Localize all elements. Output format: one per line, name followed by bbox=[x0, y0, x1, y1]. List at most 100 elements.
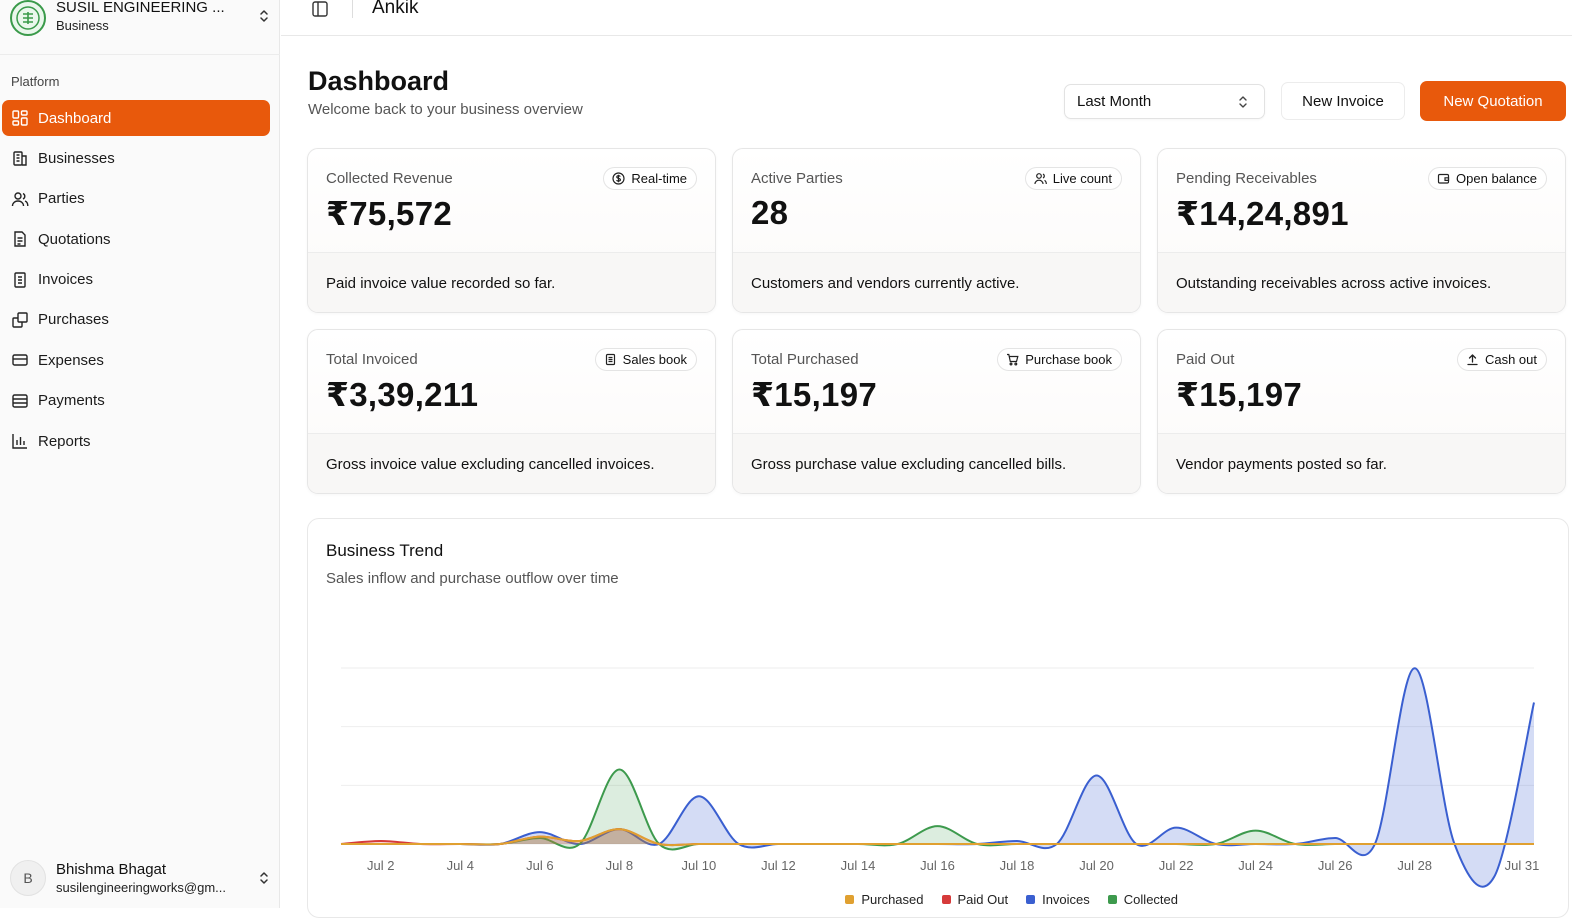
status-badge: Open balance bbox=[1428, 167, 1547, 190]
sidebar-item-label: Payments bbox=[38, 392, 105, 410]
stat-card-active-parties: Active Parties Live count 28 Customers a… bbox=[732, 148, 1141, 313]
topbar-divider bbox=[352, 0, 353, 18]
card-label: Total Invoiced bbox=[326, 351, 418, 368]
topbar-title: Ankik bbox=[372, 0, 419, 18]
x-tick-label: Jul 6 bbox=[526, 858, 553, 873]
sidebar-item-reports[interactable]: Reports bbox=[2, 423, 270, 459]
users-icon bbox=[1034, 173, 1047, 185]
sidebar-item-label: Expenses bbox=[38, 351, 104, 369]
sidebar-item-payments[interactable]: Payments bbox=[2, 383, 270, 419]
sidebar-item-label: Purchases bbox=[38, 311, 109, 329]
status-badge: Sales book bbox=[594, 348, 697, 371]
building-icon bbox=[13, 151, 27, 167]
org-switcher[interactable]: SUSIL ENGINEERING ... Business bbox=[10, 0, 272, 40]
status-badge: Cash out bbox=[1456, 348, 1547, 371]
status-badge: Live count bbox=[1024, 167, 1122, 190]
sidebar-item-purchases[interactable]: Purchases bbox=[2, 302, 270, 338]
x-tick-label: Jul 22 bbox=[1159, 858, 1194, 873]
org-logo bbox=[10, 0, 46, 36]
legend-label: Collected bbox=[1123, 892, 1178, 907]
x-tick-label: Jul 18 bbox=[1000, 858, 1035, 873]
copy-icon bbox=[12, 312, 28, 328]
period-select[interactable]: Last Month bbox=[1064, 84, 1265, 119]
card-value: ₹75,572 bbox=[326, 195, 452, 232]
sidebar-item-parties[interactable]: Parties bbox=[2, 181, 270, 217]
wallet-icon bbox=[12, 394, 28, 408]
sidebar-item-label: Businesses bbox=[38, 149, 115, 167]
trend-chart: Jul 2 Jul 4 Jul 6 Jul 8 Jul 10 Jul 12 Jul 14 Ju… bbox=[340, 667, 1539, 888]
new-invoice-button[interactable]: New Invoice bbox=[1281, 82, 1405, 120]
sidebar-item-label: Parties bbox=[38, 190, 85, 208]
card-label: Pending Receivables bbox=[1176, 170, 1317, 187]
legend-swatch bbox=[1026, 895, 1036, 904]
dollar-circle-icon bbox=[612, 172, 625, 185]
stat-card-pending-receivables: Pending Receivables Open balance ₹14,24,… bbox=[1157, 148, 1566, 313]
org-type: Business bbox=[56, 18, 109, 33]
sidebar-toggle-icon[interactable] bbox=[311, 0, 329, 18]
chevron-updown-icon[interactable] bbox=[256, 8, 272, 24]
legend-item-invoices[interactable]: Invoices bbox=[1026, 892, 1090, 907]
x-tick-label: Jul 28 bbox=[1397, 858, 1432, 873]
x-tick-label: Jul 24 bbox=[1238, 858, 1273, 873]
sidebar-item-label: Invoices bbox=[38, 271, 94, 289]
card-description: Gross purchase value excluding cancelled… bbox=[733, 434, 1140, 493]
card-value: ₹15,197 bbox=[1176, 376, 1302, 413]
sidebar-item-businesses[interactable]: Businesses bbox=[2, 140, 270, 176]
status-badge: Real-time bbox=[603, 167, 697, 190]
receipt-icon bbox=[605, 353, 615, 366]
card-value: 28 bbox=[751, 194, 789, 231]
dashboard-icon bbox=[12, 110, 28, 126]
x-tick-label: Jul 8 bbox=[606, 858, 633, 873]
stat-card-total-invoiced: Total Invoiced Sales book ₹3,39,211 Gros… bbox=[307, 329, 716, 494]
card-label: Paid Out bbox=[1176, 351, 1235, 368]
card-description: Customers and vendors currently active. bbox=[733, 253, 1140, 312]
legend-item-paid-out[interactable]: Paid Out bbox=[941, 892, 1009, 907]
legend-item-purchased[interactable]: Purchased bbox=[845, 892, 924, 907]
x-tick-label: Jul 16 bbox=[920, 858, 955, 873]
chart-legend: Purchased Paid Out Invoices Collected bbox=[308, 892, 1178, 907]
legend-swatch bbox=[845, 895, 855, 904]
sidebar-item-label: Reports bbox=[38, 432, 91, 450]
page-title: Dashboard bbox=[308, 66, 450, 96]
new-quotation-button[interactable]: New Quotation bbox=[1420, 81, 1566, 121]
sidebar-item-label: Dashboard bbox=[38, 109, 112, 127]
business-trend-card: Business Trend Sales inflow and purchase… bbox=[307, 518, 1569, 918]
sidebar-item-expenses[interactable]: Expenses bbox=[2, 342, 270, 378]
period-select-value: Last Month bbox=[1077, 93, 1152, 110]
status-badge: Purchase book bbox=[997, 348, 1122, 371]
card-value: ₹14,24,891 bbox=[1176, 195, 1349, 232]
sidebar-section-label: Platform bbox=[11, 74, 60, 89]
card-description: Paid invoice value recorded so far. bbox=[308, 253, 715, 312]
legend-label: Paid Out bbox=[957, 892, 1009, 907]
card-description: Vendor payments posted so far. bbox=[1158, 434, 1565, 493]
org-name: SUSIL ENGINEERING ... bbox=[56, 0, 225, 16]
card-icon bbox=[12, 354, 28, 367]
x-tick-label: Jul 12 bbox=[761, 858, 796, 873]
card-description: Gross invoice value excluding cancelled … bbox=[308, 434, 715, 493]
card-value: ₹3,39,211 bbox=[326, 376, 479, 413]
topbar: Ankik bbox=[281, 0, 1572, 36]
series-area-invoices bbox=[341, 668, 1534, 887]
chevron-updown-icon[interactable] bbox=[256, 870, 272, 886]
legend-label: Purchased bbox=[861, 892, 924, 907]
x-tick-label: Jul 20 bbox=[1079, 858, 1114, 873]
legend-item-collected[interactable]: Collected bbox=[1107, 892, 1178, 907]
sidebar-item-invoices[interactable]: Invoices bbox=[2, 262, 270, 298]
sidebar-item-quotations[interactable]: Quotations bbox=[2, 221, 270, 257]
x-tick-label: Jul 10 bbox=[682, 858, 717, 873]
card-label: Collected Revenue bbox=[326, 170, 453, 187]
user-menu[interactable]: B Bhishma Bhagat susilengineeringworks@g… bbox=[10, 852, 272, 904]
sidebar-divider bbox=[0, 54, 280, 55]
card-value: ₹15,197 bbox=[751, 376, 877, 413]
stat-card-collected-revenue: Collected Revenue Real-time ₹75,572 Paid… bbox=[307, 148, 716, 313]
legend-swatch bbox=[1107, 895, 1117, 904]
sidebar-item-dashboard[interactable]: Dashboard bbox=[2, 100, 270, 136]
upload-icon bbox=[1467, 354, 1478, 366]
chevron-updown-icon bbox=[1239, 96, 1247, 108]
legend-swatch bbox=[941, 895, 951, 904]
x-tick-label: Jul 2 bbox=[367, 858, 394, 873]
x-tick-label: Jul 4 bbox=[447, 858, 474, 873]
card-label: Active Parties bbox=[751, 170, 843, 187]
sidebar-nav: Dashboard Businesses Parties Quotations … bbox=[2, 100, 270, 464]
receipt-icon bbox=[14, 271, 26, 288]
